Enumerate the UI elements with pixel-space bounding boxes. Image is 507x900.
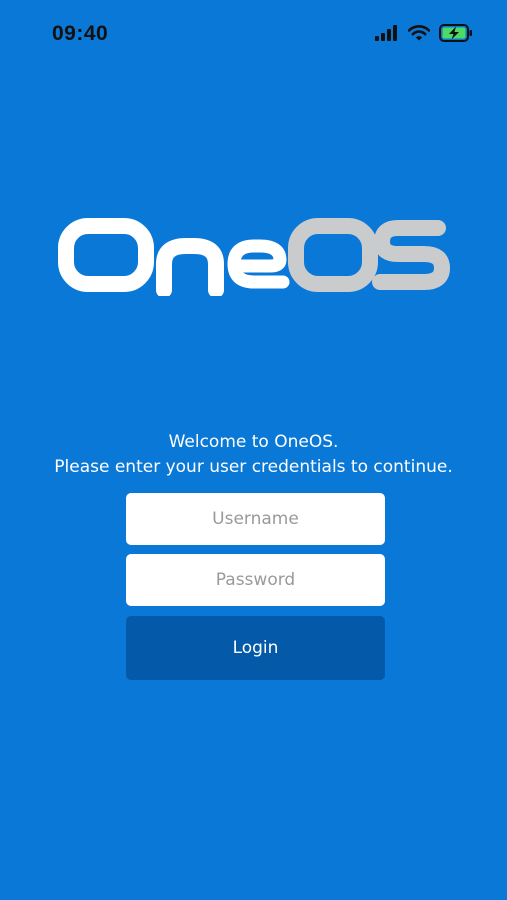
welcome-message: Welcome to OneOS. Please enter your user…: [0, 430, 507, 480]
password-input[interactable]: [126, 554, 385, 606]
cellular-signal-icon: [375, 25, 397, 41]
status-bar: 09:40: [0, 0, 507, 70]
wifi-icon: [408, 25, 430, 41]
status-icons: [375, 24, 473, 42]
battery-charging-icon: [439, 24, 472, 42]
username-input[interactable]: [126, 493, 385, 545]
welcome-line-1: Welcome to OneOS.: [168, 432, 339, 452]
login-button[interactable]: Login: [126, 616, 385, 680]
welcome-line-2: Please enter your user credentials to co…: [54, 457, 453, 477]
status-time: 09:40: [52, 22, 109, 45]
oneos-logo: [58, 218, 450, 296]
